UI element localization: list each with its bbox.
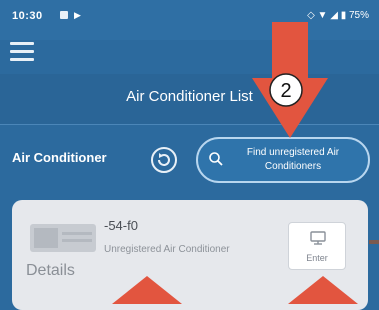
air-conditioner-icon: [30, 224, 96, 252]
status-icons: ◇ ▼ ◢ ▮ 75%: [307, 10, 369, 21]
device-name: -54-f0: [104, 218, 138, 233]
menu-icon[interactable]: [10, 42, 34, 64]
enter-label: Enter: [306, 253, 328, 263]
up-arrow-callout-left: [112, 276, 182, 304]
notification-icon: [60, 11, 68, 19]
device-status: Unregistered Air Conditioner: [104, 244, 230, 255]
edge-marker: [369, 240, 379, 244]
find-unregistered-button[interactable]: Find unregistered Air Conditioners: [196, 137, 370, 183]
up-arrow-callout-right: [288, 276, 358, 304]
refresh-icon[interactable]: [150, 146, 178, 174]
status-time: 10:30: [12, 10, 43, 22]
details-link[interactable]: Details: [26, 262, 75, 280]
play-icon: ▶: [74, 10, 81, 20]
search-icon: [209, 152, 223, 166]
enter-button[interactable]: Enter: [288, 222, 346, 270]
step-number-badge: 2: [269, 73, 303, 107]
air-conditioner-label: Air Conditioner: [12, 150, 107, 165]
enter-icon: [310, 231, 326, 245]
find-button-label: Find unregistered Air Conditioners: [246, 147, 340, 172]
step-number: 2: [280, 80, 291, 102]
